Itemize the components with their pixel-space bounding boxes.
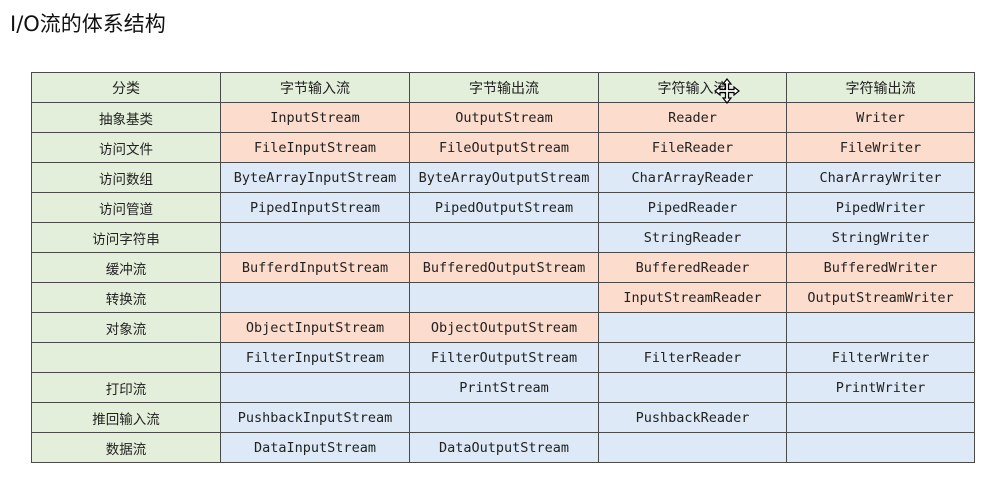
row-category-cell: 缓冲流 [31,252,221,283]
cell-byte-output: PipedOutputStream [409,192,599,223]
cell-char-output [786,312,975,343]
cell-char-output: StringWriter [786,222,975,253]
cell-byte-input [220,372,410,403]
table-header-row: 分类 字节输入流 字节输出流 字符输入流 字符输出流 [31,72,975,103]
cell-byte-output: FileOutputStream [409,132,599,163]
cell-byte-input [220,222,410,253]
cell-byte-input: ByteArrayInputStream [220,162,410,193]
table-row: 访问数组 ByteArrayInputStream ByteArrayOutputS… [31,162,975,193]
cell-char-input: Reader [598,102,787,133]
row-category-cell: 访问数组 [31,162,221,193]
table-row: 对象流 ObjectInputStream ObjectOutputStream [31,312,975,343]
cell-char-input [598,372,787,403]
cell-byte-input: ObjectInputStream [220,312,410,343]
header-byte-output: 字节输出流 [409,72,599,103]
cell-byte-output: ByteArrayOutputStream [409,162,599,193]
row-category-cell: 访问文件 [31,132,221,163]
row-category-cell: 访问管道 [31,192,221,223]
row-category-cell: 打印流 [31,372,221,403]
cell-byte-input: InputStream [220,102,410,133]
cell-byte-input: BufferdInputStream [220,252,410,283]
cell-byte-input: FileInputStream [220,132,410,163]
cell-char-output: FilterWriter [786,342,975,373]
table-row: 转换流 InputStreamReader OutputStreamWriter [31,282,975,313]
row-category-cell: 抽象基类 [31,102,221,133]
cell-byte-input: PipedInputStream [220,192,410,223]
table-row: 访问字符串 StringReader StringWriter [31,222,975,253]
header-category: 分类 [31,72,221,103]
io-stream-table: 分类 字节输入流 字节输出流 字符输入流 字符输出流 抽象基类 InputStre… [31,72,975,463]
cell-char-input: FilterReader [598,342,787,373]
table-row: 访问文件 FileInputStream FileOutputStream FileR… [31,132,975,163]
cell-char-input: PushbackReader [598,402,787,433]
header-byte-input: 字节输入流 [220,72,410,103]
cell-char-input: FileReader [598,132,787,163]
cell-char-output: PrintWriter [786,372,975,403]
cell-byte-output: ObjectOutputStream [409,312,599,343]
header-char-input: 字符输入流 [598,72,787,103]
cell-char-output: CharArrayWriter [786,162,975,193]
header-char-output: 字符输出流 [786,72,975,103]
table-row: 缓冲流 BufferdInputStream BufferedOutputStrea… [31,252,975,283]
table-row: 推回输入流 PushbackInputStream PushbackReader [31,402,975,433]
cell-byte-output [409,282,599,313]
cell-byte-output [409,402,599,433]
row-category-cell: 访问字符串 [31,222,221,253]
cell-byte-output: FilterOutputStream [409,342,599,373]
cell-char-input: StringReader [598,222,787,253]
cell-byte-input: PushbackInputStream [220,402,410,433]
cell-byte-output: PrintStream [409,372,599,403]
row-category-cell: 推回输入流 [31,402,221,433]
cell-byte-input [220,282,410,313]
row-category-cell: 转换流 [31,282,221,313]
cell-char-output: BufferedWriter [786,252,975,283]
cell-char-output [786,432,975,463]
cell-char-input: InputStreamReader [598,282,787,313]
cell-char-output [786,402,975,433]
cell-char-input: BufferedReader [598,252,787,283]
table-row: 打印流 PrintStream PrintWriter [31,372,975,403]
table-row: FilterInputStream FilterOutputStream Filte… [31,342,975,373]
row-category-cell: 数据流 [31,432,221,463]
row-category-cell: 对象流 [31,312,221,343]
cell-byte-output: DataOutputStream [409,432,599,463]
cell-byte-output [409,222,599,253]
cell-char-output: Writer [786,102,975,133]
cell-char-output: FileWriter [786,132,975,163]
cell-char-input [598,432,787,463]
cell-char-input [598,312,787,343]
table-row: 数据流 DataInputStream DataOutputStream [31,432,975,463]
cell-byte-input: FilterInputStream [220,342,410,373]
table-body: 抽象基类 InputStream OutputStream Reader Writer 访… [31,102,975,463]
cell-char-output: PipedWriter [786,192,975,223]
cell-char-input: CharArrayReader [598,162,787,193]
row-category-cell [31,342,221,373]
table-row: 访问管道 PipedInputStream PipedOutputStream Pip… [31,192,975,223]
cell-byte-output: BufferedOutputStream [409,252,599,283]
cell-byte-input: DataInputStream [220,432,410,463]
cell-char-input: PipedReader [598,192,787,223]
page-title: I/O流的体系结构 [10,12,166,36]
table-row: 抽象基类 InputStream OutputStream Reader Writer [31,102,975,133]
cell-char-output: OutputStreamWriter [786,282,975,313]
cell-byte-output: OutputStream [409,102,599,133]
